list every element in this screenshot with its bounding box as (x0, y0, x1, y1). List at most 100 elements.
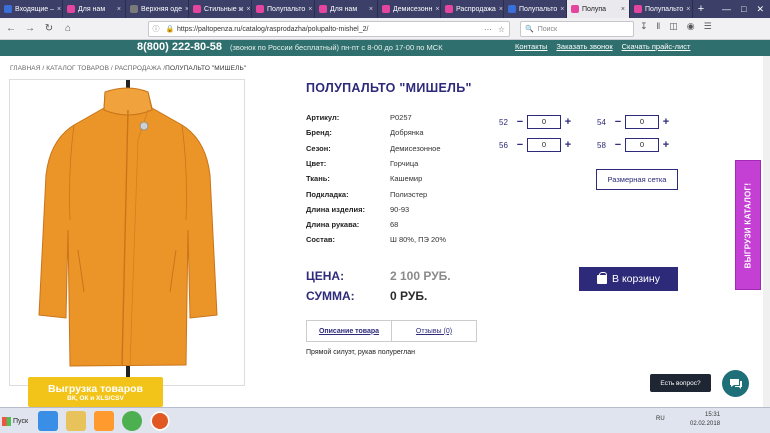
quantity-input[interactable]: 0 (527, 138, 561, 152)
tab-favicon-icon (634, 5, 642, 13)
browser-tab[interactable]: Для нам × (63, 0, 126, 18)
browser-tab[interactable]: Полупальто × (252, 0, 315, 18)
add-to-cart-label: В корзину (612, 273, 660, 285)
download-catalog-side-tab[interactable]: ВЫГРУЗИ КАТАЛОГ! (735, 160, 761, 290)
address-bar[interactable]: ⓘ 🔒 https://paltopenza.ru/catalog/raspro… (148, 21, 510, 37)
tab-reviews[interactable]: Отзывы (0) (392, 321, 476, 341)
chrome-icon[interactable] (122, 411, 142, 431)
increase-quantity-icon[interactable]: + (561, 116, 575, 128)
download-catalog-label: ВЫГРУЗИ КАТАЛОГ! (743, 182, 753, 268)
tab-close-icon[interactable]: × (57, 6, 61, 13)
breadcrumb-path[interactable]: ГЛАВНАЯ / КАТАЛОГ ТОВАРОВ / РАСПРОДАЖА / (10, 65, 165, 72)
size-row-54: 54−0 + (597, 114, 673, 130)
browser-tab[interactable]: Полупальто × (504, 0, 567, 18)
size-chart-button[interactable]: Размерная сетка (596, 169, 678, 190)
decrease-quantity-icon[interactable]: − (513, 139, 527, 151)
back-icon[interactable]: ← (3, 21, 19, 37)
tab-close-icon[interactable]: × (369, 6, 373, 13)
spec-key: Состав: (306, 235, 336, 245)
product-photo[interactable] (9, 79, 245, 386)
tab-favicon-icon (130, 5, 138, 13)
reload-icon[interactable]: ↻ (41, 21, 57, 37)
tab-label: Полупа (582, 5, 607, 13)
browser-tab[interactable]: Для нам × (315, 0, 378, 18)
extension-icon[interactable]: ◉ (687, 21, 695, 32)
add-to-cart-button[interactable]: В корзину (579, 267, 678, 291)
search-input[interactable]: 🔍 Поиск (520, 21, 634, 37)
tab-favicon-icon (508, 5, 516, 13)
tab-close-icon[interactable]: × (117, 6, 121, 13)
spec-row: Бренд: Добрянка (306, 128, 506, 140)
new-tab-icon[interactable]: + (693, 0, 709, 18)
tab-label: Полупальто (267, 5, 306, 13)
windows-logo-icon (2, 416, 11, 426)
start-button[interactable]: Пуск (2, 412, 32, 430)
tab-close-icon[interactable]: × (560, 6, 564, 13)
menu-icon[interactable]: ☰ (704, 21, 712, 32)
quantity-input[interactable]: 0 (527, 115, 561, 129)
order-call-link[interactable]: Заказать звонок (556, 42, 612, 51)
bookmark-star-icon[interactable]: ☆ (498, 25, 505, 34)
browser-tab[interactable]: Полупа × (567, 0, 630, 18)
downloads-icon[interactable]: ↧ (640, 21, 648, 32)
size-row-58: 58−0 + (597, 137, 673, 153)
library-icon[interactable]: ‖ (657, 21, 661, 32)
spec-key: Длина рукава: (306, 220, 360, 230)
question-bubble[interactable]: Есть вопрос? (650, 374, 711, 392)
minimize-icon[interactable]: — (722, 4, 731, 14)
browser-tab[interactable]: Распродажа × (441, 0, 504, 18)
decrease-quantity-icon[interactable]: − (513, 116, 527, 128)
page-scrollbar[interactable] (763, 56, 770, 407)
spec-key: Ткань: (306, 174, 330, 184)
sidebar-icon[interactable]: ◫ (669, 21, 678, 32)
spec-value: Горчица (390, 158, 419, 168)
phone-number[interactable]: 8(800) 222-80-58 (137, 41, 222, 53)
tab-description[interactable]: Описание товара (307, 321, 392, 341)
spec-key: Подкладка: (306, 189, 349, 199)
quantity-input[interactable]: 0 (625, 138, 659, 152)
spec-key: Бренд: (306, 128, 332, 138)
tab-close-icon[interactable]: × (686, 6, 690, 13)
tab-close-icon[interactable]: × (308, 6, 312, 13)
close-window-icon[interactable]: ✕ (756, 4, 764, 15)
export-goods-button[interactable]: Выгрузка товаров ВК, ОК и XLS/CSV (28, 377, 163, 407)
size-label: 54 (597, 117, 606, 127)
page-actions-icon[interactable]: ⋯ (484, 25, 492, 34)
increase-quantity-icon[interactable]: + (659, 139, 673, 151)
browser-tab[interactable]: Стильные ж × (189, 0, 252, 18)
tab-close-icon[interactable]: × (499, 6, 503, 13)
size-label: 58 (597, 140, 606, 150)
ie-icon[interactable] (38, 411, 58, 431)
tray-lang[interactable]: RU (656, 416, 665, 422)
forward-icon[interactable]: → (22, 21, 38, 37)
download-price-link[interactable]: Скачать прайс-лист (622, 42, 691, 51)
decrease-quantity-icon[interactable]: − (611, 139, 625, 151)
firefox-icon[interactable] (150, 411, 170, 431)
tab-close-icon[interactable]: × (621, 6, 625, 13)
media-player-icon[interactable] (94, 411, 114, 431)
maximize-icon[interactable]: □ (741, 4, 746, 14)
chat-icon (729, 378, 742, 389)
browser-tab[interactable]: Верхняя оде × (126, 0, 189, 18)
decrease-quantity-icon[interactable]: − (611, 116, 625, 128)
home-icon[interactable]: ⌂ (60, 21, 76, 37)
spec-value: Демисезонное (390, 143, 441, 153)
window-controls: — □ ✕ (722, 0, 770, 18)
chat-button[interactable] (722, 370, 749, 397)
contacts-link[interactable]: Контакты (515, 42, 547, 51)
tab-label: Демисезонн (393, 5, 433, 13)
tab-label: Полупальто (645, 5, 684, 13)
tab-close-icon[interactable]: × (435, 6, 439, 13)
browser-tab[interactable]: Входящие – × (0, 0, 63, 18)
tray-clock[interactable]: 15:31 02.02.2018 (690, 411, 720, 429)
increase-quantity-icon[interactable]: + (659, 116, 673, 128)
quantity-input[interactable]: 0 (625, 115, 659, 129)
export-line-1: Выгрузка товаров (48, 382, 143, 395)
spec-row: Сезон: Демисезонное (306, 144, 506, 156)
increase-quantity-icon[interactable]: + (561, 139, 575, 151)
spec-value: 90-93 (390, 204, 410, 214)
tab-close-icon[interactable]: × (246, 6, 250, 13)
explorer-icon[interactable] (66, 411, 86, 431)
browser-tab[interactable]: Демисезонн × (378, 0, 441, 18)
browser-tab[interactable]: Полупальто × (630, 0, 693, 18)
